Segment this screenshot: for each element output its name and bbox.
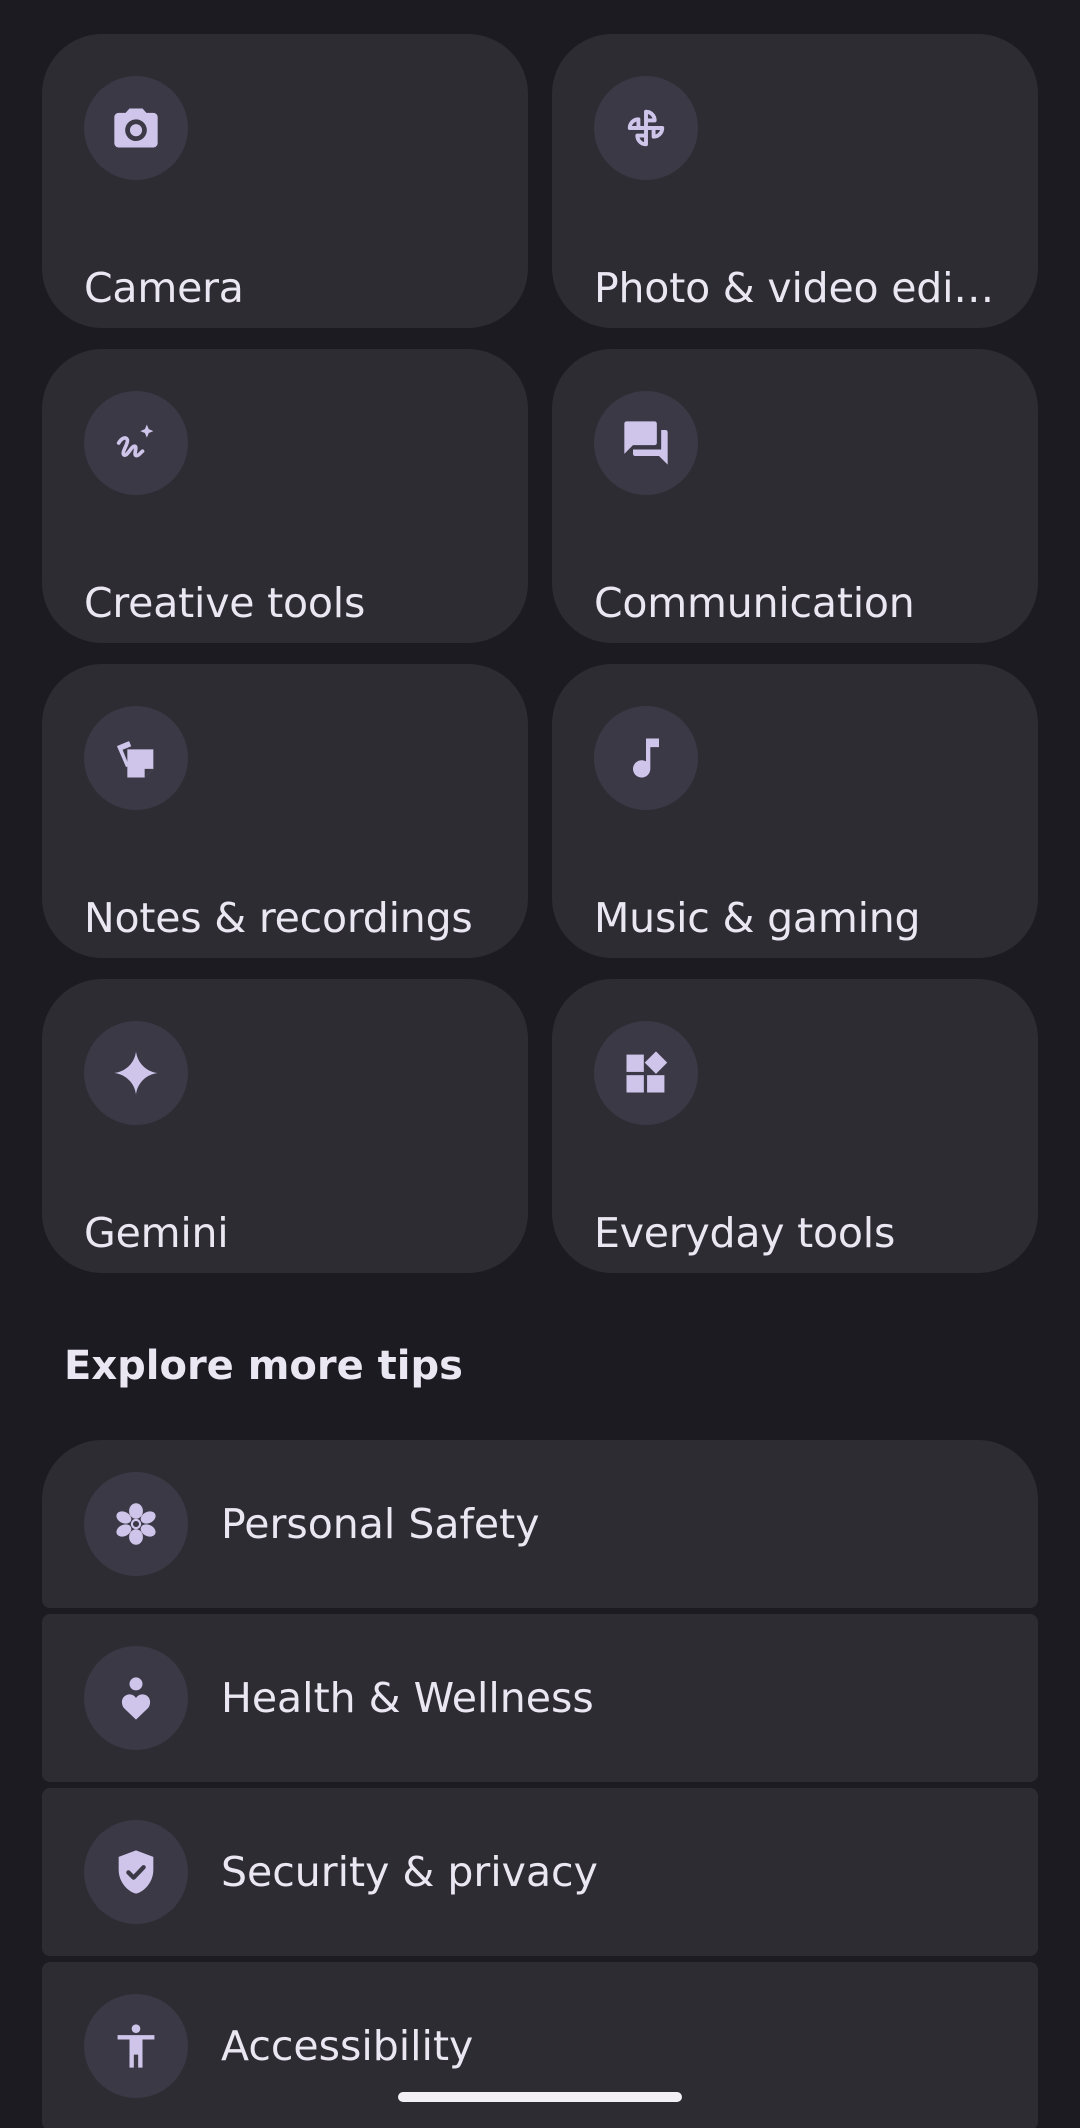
chat-bubbles-icon [594, 391, 698, 495]
widgets-icon [594, 1021, 698, 1125]
category-card-everyday-tools[interactable]: Everyday tools [552, 979, 1038, 1273]
creative-sparkle-icon [84, 391, 188, 495]
category-card-music-gaming[interactable]: Music & gaming [552, 664, 1038, 958]
category-label: Music & gaming [594, 894, 921, 942]
tips-screen: Camera Photo & video edit… Creative tool… [0, 0, 1080, 2128]
category-label: Everyday tools [594, 1209, 896, 1257]
tip-label: Accessibility [221, 2022, 474, 2070]
category-card-camera[interactable]: Camera [42, 34, 528, 328]
explore-tips-list: Personal Safety Health & Wellness Securi… [42, 1440, 1038, 2128]
health-person-heart-icon [84, 1646, 188, 1750]
accessibility-icon [84, 1994, 188, 2098]
tip-item-security-privacy[interactable]: Security & privacy [42, 1788, 1038, 1956]
personal-safety-icon [84, 1472, 188, 1576]
tip-label: Security & privacy [221, 1848, 598, 1896]
category-label: Camera [84, 264, 244, 312]
category-card-gemini[interactable]: Gemini [42, 979, 528, 1273]
shield-check-icon [84, 1820, 188, 1924]
music-note-icon [594, 706, 698, 810]
category-label: Communication [594, 579, 915, 627]
home-gesture-bar[interactable] [398, 2092, 682, 2102]
category-label: Photo & video edit… [594, 264, 1008, 312]
category-card-communication[interactable]: Communication [552, 349, 1038, 643]
gemini-sparkle-icon [84, 1021, 188, 1125]
category-grid: Camera Photo & video edit… Creative tool… [42, 34, 1038, 1273]
category-label: Notes & recordings [84, 894, 473, 942]
category-card-photo-video[interactable]: Photo & video edit… [552, 34, 1038, 328]
category-label: Gemini [84, 1209, 229, 1257]
camera-icon [84, 76, 188, 180]
tip-label: Health & Wellness [221, 1674, 594, 1722]
tip-item-personal-safety[interactable]: Personal Safety [42, 1440, 1038, 1608]
tip-label: Personal Safety [221, 1500, 540, 1548]
tip-item-health-wellness[interactable]: Health & Wellness [42, 1614, 1038, 1782]
category-card-creative-tools[interactable]: Creative tools [42, 349, 528, 643]
notes-stack-icon [84, 706, 188, 810]
category-card-notes-recordings[interactable]: Notes & recordings [42, 664, 528, 958]
pinwheel-icon [594, 76, 698, 180]
tip-item-accessibility[interactable]: Accessibility [42, 1962, 1038, 2128]
category-label: Creative tools [84, 579, 366, 627]
section-title: Explore more tips [64, 1343, 463, 1389]
